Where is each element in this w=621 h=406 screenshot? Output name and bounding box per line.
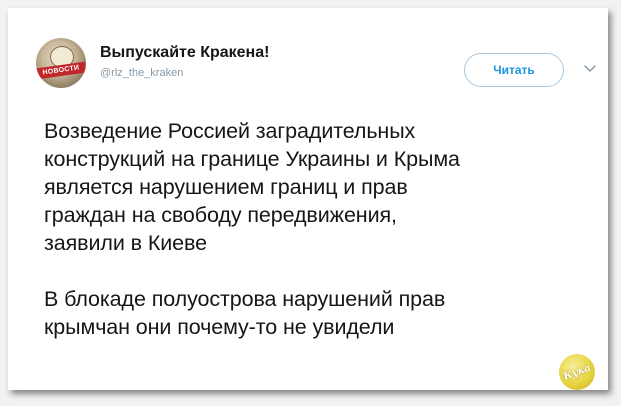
user-handle[interactable]: @rlz_the_kraken	[100, 67, 183, 79]
tweet-card: НОВОСТИ Выпускайте Кракена! @rlz_the_kra…	[8, 8, 608, 390]
avatar-caption: НОВОСТИ	[36, 61, 86, 80]
avatar[interactable]: НОВОСТИ	[36, 38, 86, 88]
watermark-text: Кука	[561, 361, 593, 383]
follow-button[interactable]: Читать	[464, 53, 564, 87]
watermark-logo: Кука	[559, 354, 595, 390]
display-name[interactable]: Выпускайте Кракена!	[100, 44, 269, 62]
chevron-down-icon[interactable]	[583, 64, 597, 74]
screenshot-frame: НОВОСТИ Выпускайте Кракена! @rlz_the_kra…	[0, 0, 621, 406]
tweet-text: Возведение Россией заградительных констр…	[44, 119, 460, 339]
